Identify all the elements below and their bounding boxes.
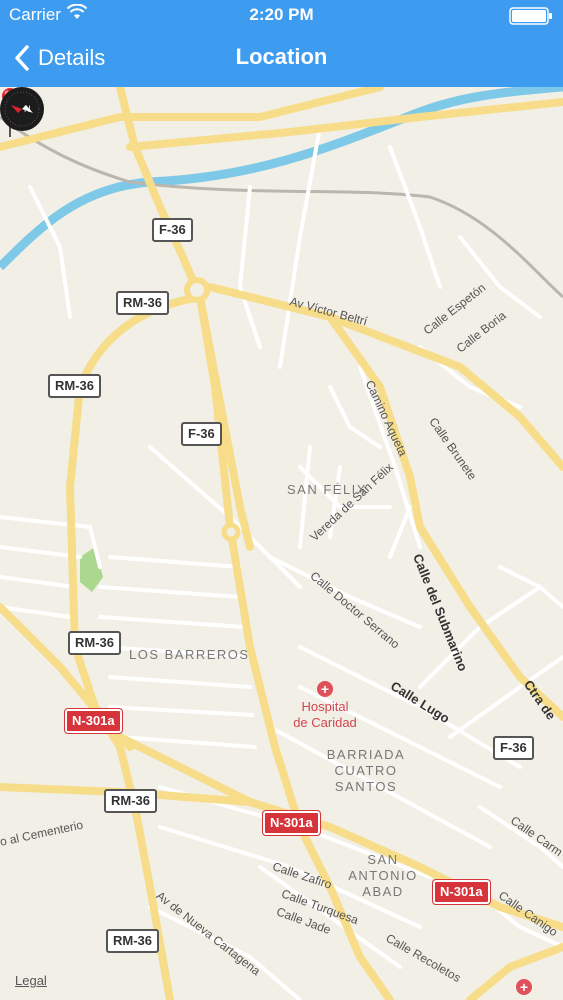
road-shield: N-301a <box>263 811 320 835</box>
district-label: LOS BARREROS <box>129 647 250 662</box>
poi-hospital[interactable]: + Hospital de Caridad <box>290 681 360 731</box>
navigation-bar: Details Location <box>0 30 563 87</box>
road-shield: N-301a <box>65 709 122 733</box>
road-shield: RM-36 <box>68 631 122 655</box>
district-label: SAN ANTONIO ABAD <box>348 852 418 899</box>
status-time: 2:20 PM <box>249 5 314 24</box>
legal-link[interactable]: Legal <box>15 973 47 988</box>
hospital-icon[interactable]: + <box>516 979 532 995</box>
road-shield: RM-36 <box>48 374 102 398</box>
battery-icon <box>509 7 552 25</box>
district-label: SAN FÉLIX <box>287 482 367 497</box>
road-shield: F-36 <box>152 218 193 242</box>
road-shield: RM-36 <box>116 291 170 315</box>
map-view[interactable]: F-36 RM-36 RM-36 F-36 RM-36 N-301a RM-36… <box>0 87 563 1000</box>
page-title: Location <box>235 44 328 69</box>
district-label: BARRIADA CUATRO SANTOS <box>326 747 406 794</box>
hospital-icon: + <box>317 681 333 697</box>
road-shield: RM-36 <box>104 789 158 813</box>
status-bar: Carrier 2:20 PM <box>0 0 563 30</box>
road-shield: F-36 <box>493 736 534 760</box>
compass-icon[interactable]: N <box>0 87 44 131</box>
road-shield: RM-36 <box>106 929 160 953</box>
road-shield: N-301a <box>433 880 490 904</box>
road-shield: F-36 <box>181 422 222 446</box>
poi-label: Hospital de Caridad <box>293 699 357 730</box>
svg-text:N: N <box>24 104 31 114</box>
